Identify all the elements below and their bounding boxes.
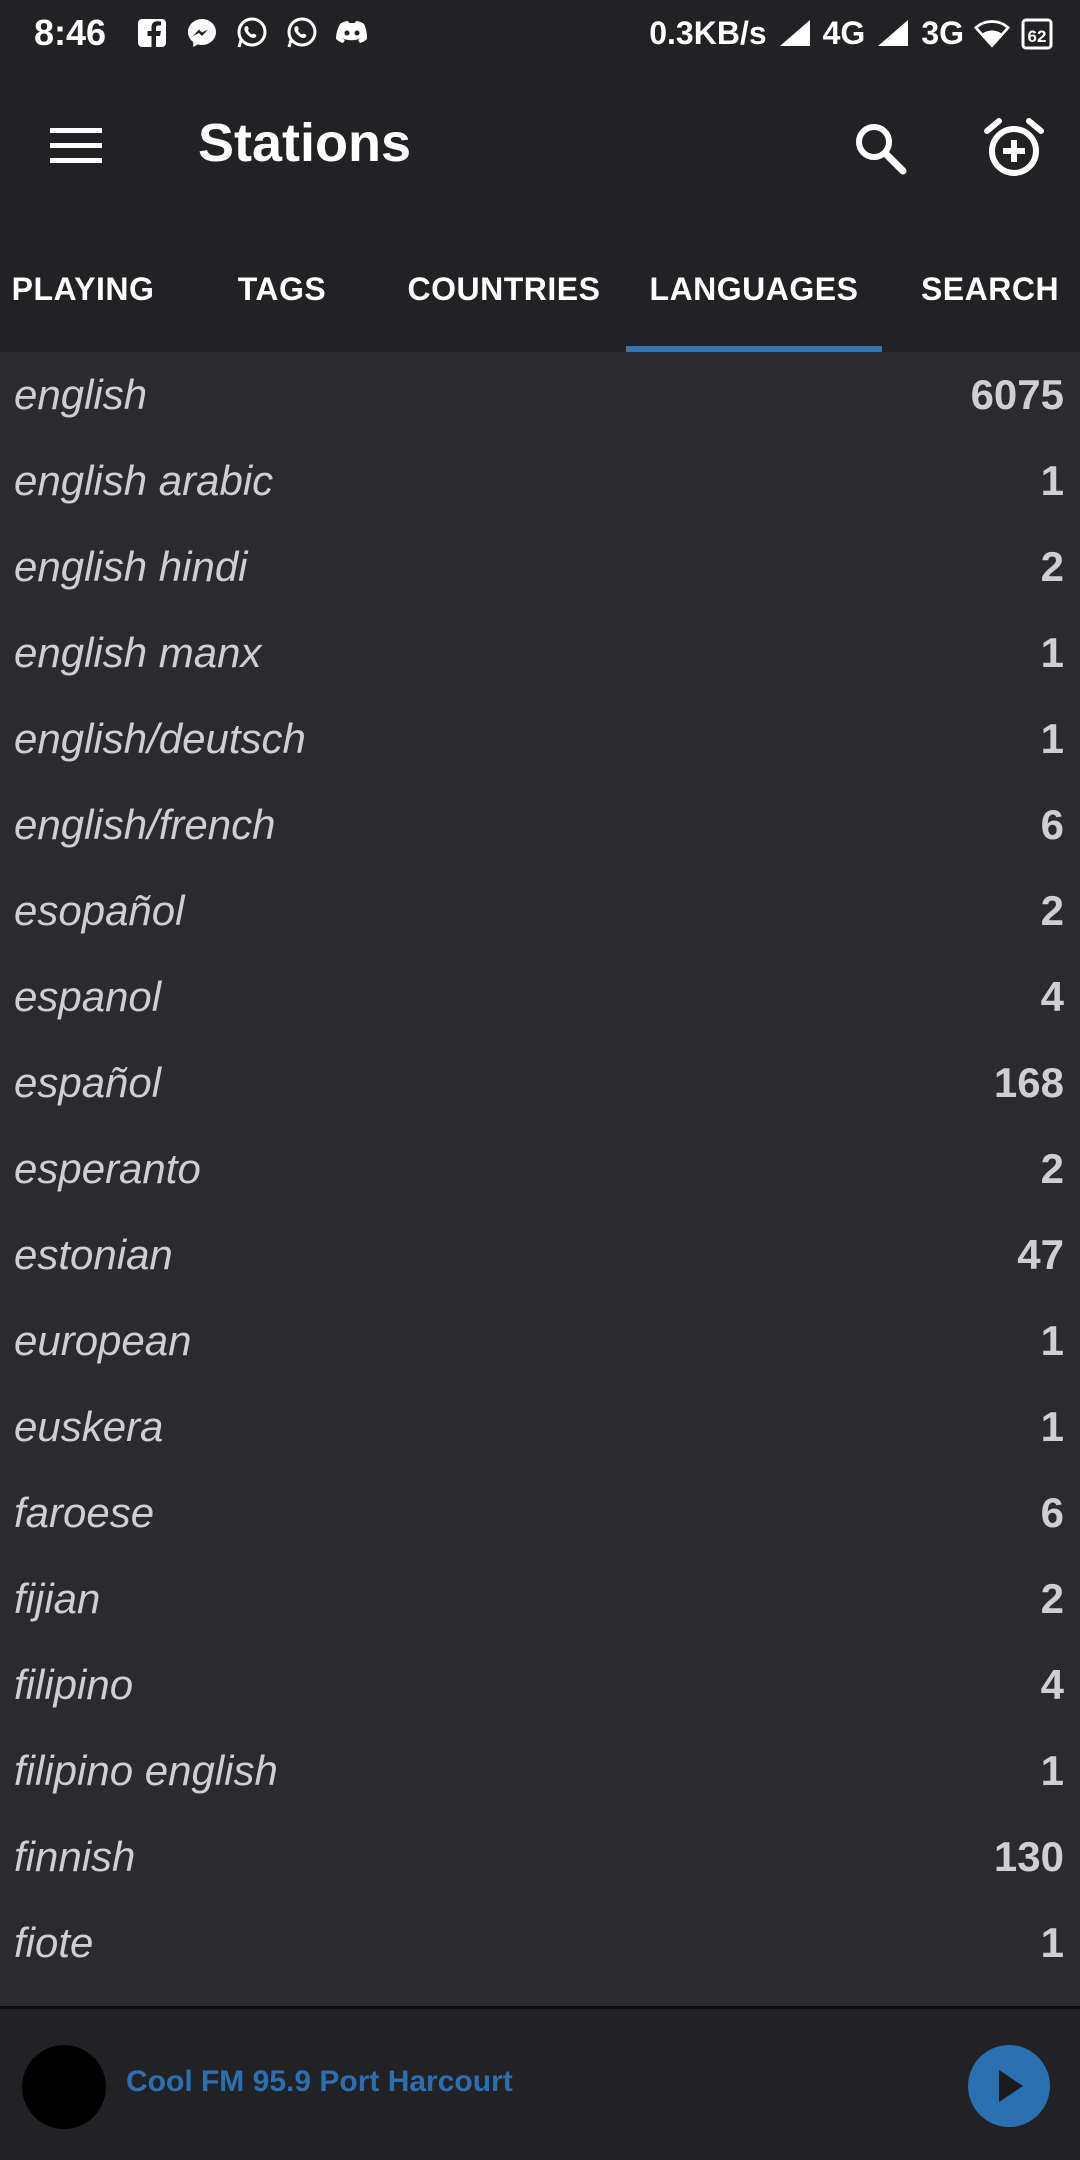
tab-languages[interactable]: LANGUAGES — [626, 226, 882, 352]
language-name: english hindi — [14, 543, 248, 590]
tab-countries[interactable]: COUNTRIES — [396, 226, 612, 352]
station-logo — [22, 2045, 106, 2129]
language-name: english — [14, 371, 148, 418]
tab-search[interactable]: SEARCH — [900, 226, 1080, 352]
list-item[interactable]: english 6075 — [0, 352, 1080, 438]
list-item[interactable]: english arabic 1 — [0, 438, 1080, 524]
tab-playing[interactable]: PLAYING — [0, 226, 166, 352]
search-button[interactable] — [840, 108, 920, 188]
notification-icons — [134, 15, 370, 51]
discord-icon — [334, 15, 370, 51]
station-count: 1 — [1040, 457, 1064, 504]
station-count: 6075 — [970, 371, 1064, 418]
list-item[interactable]: filipino 4 — [0, 1642, 1080, 1728]
language-name: filipino english — [14, 1747, 278, 1794]
station-count: 1 — [1040, 1747, 1064, 1794]
list-item[interactable]: english manx 1 — [0, 610, 1080, 696]
list-item[interactable]: english/french 6 — [0, 782, 1080, 868]
network-type-1: 4G — [822, 14, 866, 51]
station-count: 1 — [1040, 1403, 1064, 1450]
list-item[interactable]: esperanto 2 — [0, 1126, 1080, 1212]
list-item[interactable]: english hindi 2 — [0, 524, 1080, 610]
language-name: esopañol — [14, 887, 185, 934]
language-name: finnish — [14, 1833, 136, 1880]
station-count: 4 — [1040, 1661, 1064, 1708]
battery-icon: 62 — [1020, 15, 1054, 51]
station-count: 1 — [1040, 1919, 1064, 1966]
signal-icon — [777, 15, 813, 51]
status-right: 0.3KB/s 4G 3G 62 — [649, 15, 1054, 52]
language-name: espanol — [14, 973, 162, 1020]
search-icon — [856, 124, 907, 175]
station-count: 2 — [1040, 1575, 1064, 1622]
list-item[interactable]: esopañol 2 — [0, 868, 1080, 954]
language-name: filipino — [14, 1661, 134, 1708]
language-name: fiote — [14, 1919, 94, 1966]
language-name: european — [14, 1317, 192, 1364]
station-count: 1 — [1040, 1317, 1064, 1364]
facebook-icon — [134, 15, 170, 51]
play-button[interactable] — [968, 2045, 1050, 2127]
status-time: 8:46 — [34, 12, 107, 53]
messenger-icon — [184, 15, 220, 51]
station-count: 2 — [1040, 543, 1064, 590]
list-item[interactable]: european 1 — [0, 1298, 1080, 1384]
network-type-2: 3G — [921, 14, 964, 51]
list-item[interactable]: espanol 4 — [0, 954, 1080, 1040]
list-item[interactable]: estonian 47 — [0, 1212, 1080, 1298]
language-name: english/deutsch — [14, 715, 306, 762]
tab-tags[interactable]: TAGS — [186, 226, 378, 352]
language-name: english arabic — [14, 457, 274, 504]
language-name: english manx — [14, 629, 262, 676]
add-alarm-button[interactable] — [972, 106, 1056, 190]
battery-level: 62 — [1028, 27, 1047, 46]
station-count: 2 — [1040, 887, 1064, 934]
whatsapp-icon — [284, 15, 320, 51]
language-name: faroese — [14, 1489, 155, 1536]
app-bar: Stations — [0, 66, 1080, 226]
wifi-icon — [974, 15, 1010, 51]
language-name: esperanto — [14, 1145, 201, 1192]
mini-player[interactable]: Cool FM 95.9 Port Harcourt — [0, 2006, 1080, 2160]
list-item[interactable]: english/deutsch 1 — [0, 696, 1080, 782]
list-item[interactable]: español 168 — [0, 1040, 1080, 1126]
menu-icon — [50, 128, 102, 163]
list-item[interactable]: filipino english 1 — [0, 1728, 1080, 1814]
language-name: english/french — [14, 801, 276, 848]
status-bar: 8:46 0.3KB/s 4G 3G 62 — [0, 0, 1080, 66]
language-name: español — [14, 1059, 162, 1106]
signal-icon — [875, 15, 911, 51]
list-item[interactable]: euskera 1 — [0, 1384, 1080, 1470]
station-count: 168 — [993, 1059, 1064, 1106]
station-count: 130 — [993, 1833, 1064, 1880]
tab-bar: PLAYING TAGS COUNTRIES LANGUAGES SEARCH — [0, 226, 1080, 352]
list-item[interactable]: finnish 130 — [0, 1814, 1080, 1900]
language-list: english 6075 english arabic 1 english hind… — [0, 352, 1080, 2006]
list-item[interactable]: faroese 6 — [0, 1470, 1080, 1556]
net-speed: 0.3KB/s — [649, 14, 767, 51]
whatsapp-icon — [234, 15, 270, 51]
language-name: estonian — [14, 1231, 173, 1278]
station-count: 1 — [1040, 629, 1064, 676]
station-count: 4 — [1040, 973, 1064, 1020]
play-icon — [999, 2070, 1023, 2102]
language-name: euskera — [14, 1403, 164, 1450]
station-count: 2 — [1040, 1145, 1064, 1192]
station-count: 6 — [1040, 1489, 1064, 1536]
now-playing-station[interactable]: Cool FM 95.9 Port Harcourt — [126, 2065, 513, 2099]
list-item[interactable]: fiote 1 — [0, 1900, 1080, 1986]
alarm-add-icon — [984, 118, 1044, 176]
station-count: 47 — [1017, 1231, 1064, 1278]
list-item[interactable]: fijian 2 — [0, 1556, 1080, 1642]
page-title: Stations — [198, 113, 412, 173]
station-count: 1 — [1040, 715, 1064, 762]
language-name: fijian — [14, 1575, 101, 1622]
station-count: 6 — [1040, 801, 1064, 848]
menu-button[interactable] — [36, 114, 116, 178]
